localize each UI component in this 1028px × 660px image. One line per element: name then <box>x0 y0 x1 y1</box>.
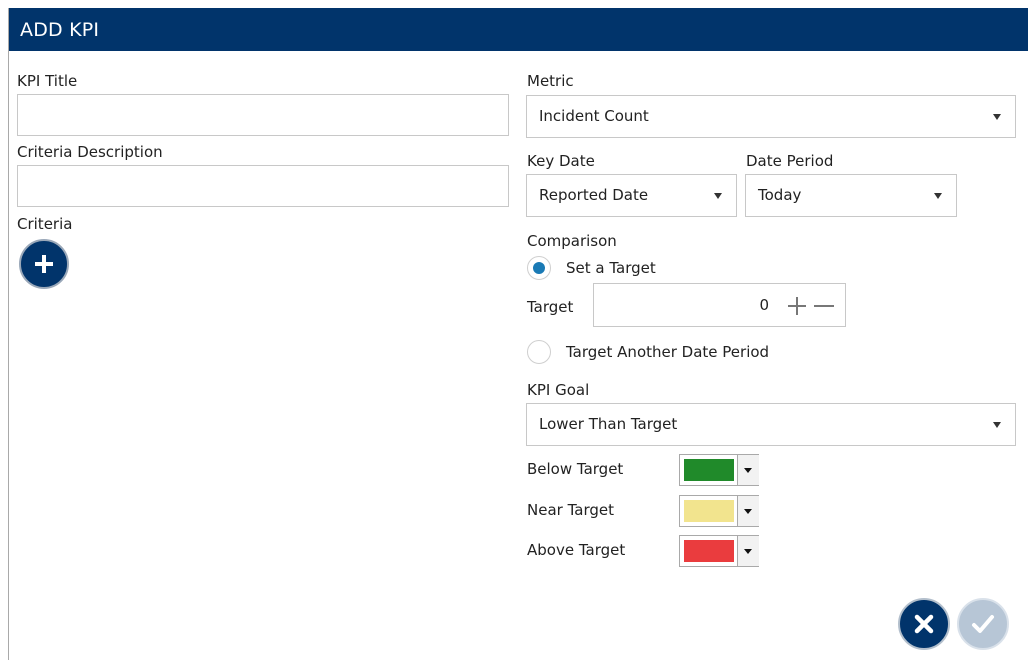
below-target-swatch <box>684 459 734 481</box>
chevron-down-icon[interactable] <box>737 536 759 566</box>
target-label: Target <box>527 298 574 316</box>
kpi-title-label: KPI Title <box>17 72 78 90</box>
kpi-goal-select-value: Lower Than Target <box>539 415 678 433</box>
target-stepper[interactable]: 0 <box>593 283 846 327</box>
criteria-description-input[interactable] <box>17 165 509 207</box>
target-another-date-period-radio[interactable] <box>527 340 551 364</box>
target-value[interactable]: 0 <box>759 296 769 314</box>
near-target-swatch <box>684 500 734 522</box>
criteria-description-label: Criteria Description <box>17 143 163 161</box>
below-target-label: Below Target <box>527 460 624 478</box>
metric-select[interactable]: Incident Count <box>526 95 1016 138</box>
set-target-label[interactable]: Set a Target <box>566 259 656 277</box>
add-criteria-button[interactable] <box>19 239 69 289</box>
target-another-date-period-label[interactable]: Target Another Date Period <box>566 343 769 361</box>
chevron-down-icon <box>993 113 1001 120</box>
close-icon <box>914 614 934 634</box>
above-target-color-picker[interactable] <box>679 535 759 567</box>
criteria-label: Criteria <box>17 215 73 233</box>
above-target-swatch <box>684 540 734 562</box>
set-target-radio[interactable] <box>527 256 551 280</box>
add-kpi-dialog: ADD KPI KPI Title Criteria Description C… <box>8 8 1028 660</box>
dialog-title: ADD KPI <box>9 8 1028 51</box>
chevron-down-icon <box>934 192 942 199</box>
chevron-down-icon[interactable] <box>737 496 759 526</box>
date-period-label: Date Period <box>746 152 834 170</box>
key-date-label: Key Date <box>527 152 595 170</box>
kpi-title-input[interactable] <box>17 94 509 136</box>
plus-icon <box>35 255 53 273</box>
chevron-down-icon <box>714 192 722 199</box>
near-target-label: Near Target <box>527 501 614 519</box>
date-period-select[interactable]: Today <box>745 174 957 217</box>
cancel-button[interactable] <box>898 598 950 650</box>
comparison-label: Comparison <box>527 232 617 250</box>
kpi-goal-label: KPI Goal <box>527 381 590 399</box>
plus-icon[interactable] <box>786 295 808 317</box>
chevron-down-icon[interactable] <box>737 455 759 485</box>
above-target-label: Above Target <box>527 541 626 559</box>
metric-select-value: Incident Count <box>539 107 649 125</box>
metric-label: Metric <box>527 72 574 90</box>
check-icon <box>972 615 994 633</box>
confirm-button[interactable] <box>957 598 1009 650</box>
key-date-select[interactable]: Reported Date <box>526 174 737 217</box>
below-target-color-picker[interactable] <box>679 454 759 486</box>
near-target-color-picker[interactable] <box>679 495 759 527</box>
date-period-select-value: Today <box>758 186 802 204</box>
minus-icon[interactable] <box>812 295 834 317</box>
chevron-down-icon <box>993 421 1001 428</box>
key-date-select-value: Reported Date <box>539 186 649 204</box>
kpi-goal-select[interactable]: Lower Than Target <box>526 403 1016 446</box>
